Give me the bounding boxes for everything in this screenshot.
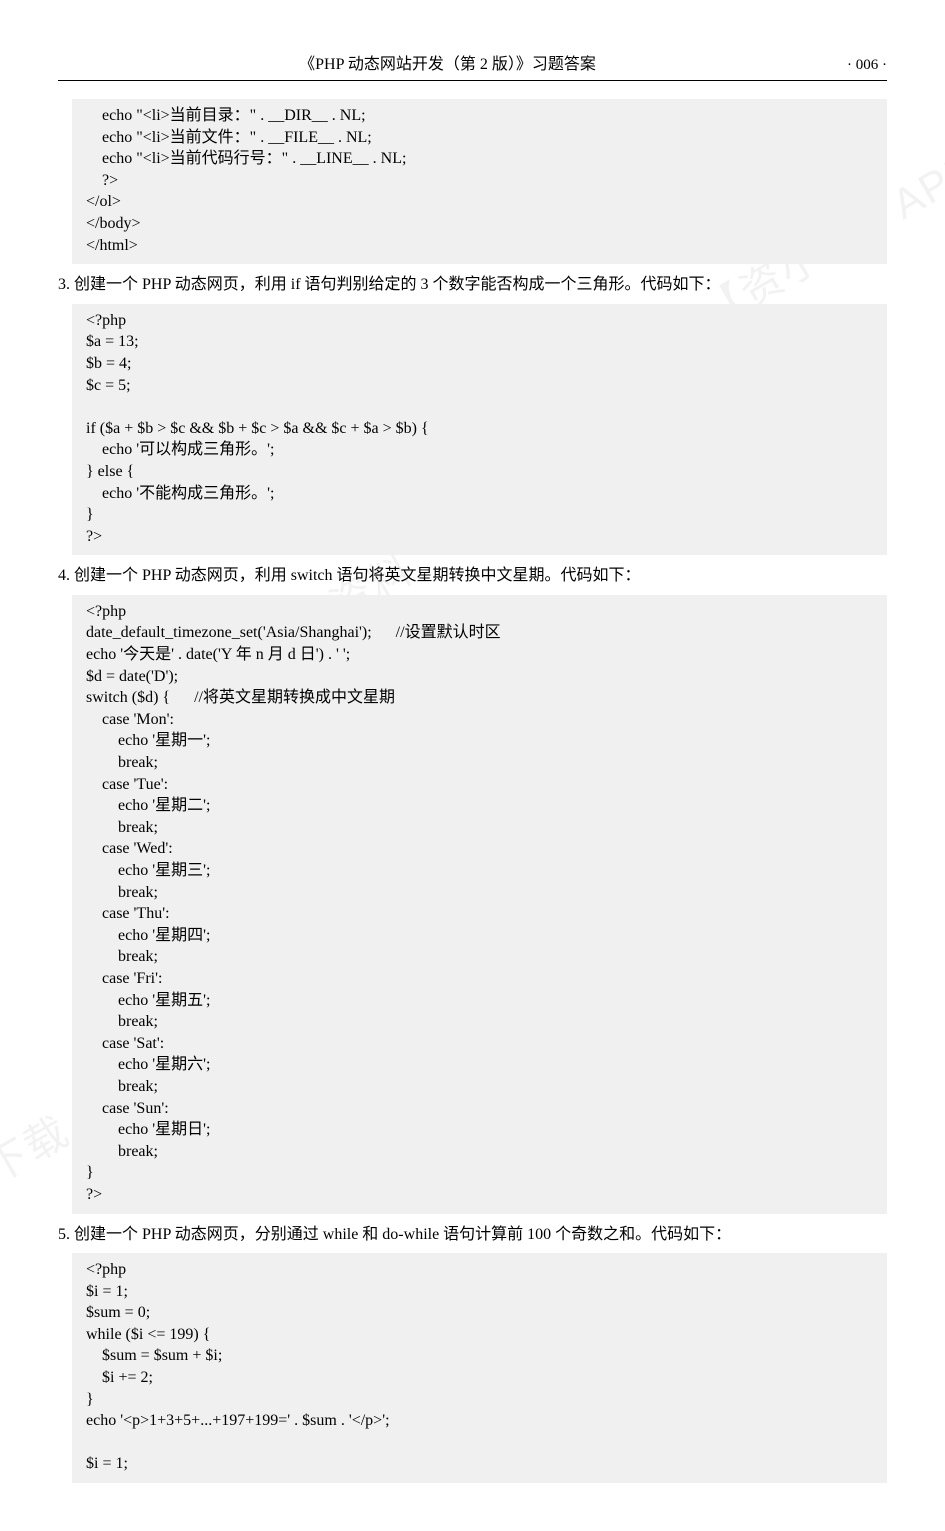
code-block-continued: echo "<li>当前目录：" . __DIR__ . NL; echo "<… [72, 99, 887, 264]
code-block-3: <?php $a = 13; $b = 4; $c = 5; if ($a + … [72, 304, 887, 556]
page-number: · 006 · [847, 57, 887, 74]
code-block-5: <?php $i = 1; $sum = 0; while ($i <= 199… [72, 1253, 887, 1483]
header-title: 《PHP 动态网站开发（第 2 版）》习题答案 [58, 50, 837, 74]
question-3: 3. 创建一个 PHP 动态网页，利用 if 语句判别给定的 3 个数字能否构成… [58, 272, 887, 298]
page-content: 《PHP 动态网站开发（第 2 版）》习题答案 · 006 · echo "<l… [58, 50, 887, 1483]
question-4: 4. 创建一个 PHP 动态网页，利用 switch 语句将英文星期转换中文星期… [58, 563, 887, 589]
page-header: 《PHP 动态网站开发（第 2 版）》习题答案 · 006 · [58, 50, 887, 81]
question-5: 5. 创建一个 PHP 动态网页，分别通过 while 和 do-while 语… [58, 1222, 887, 1248]
code-block-4: <?php date_default_timezone_set('Asia/Sh… [72, 595, 887, 1214]
